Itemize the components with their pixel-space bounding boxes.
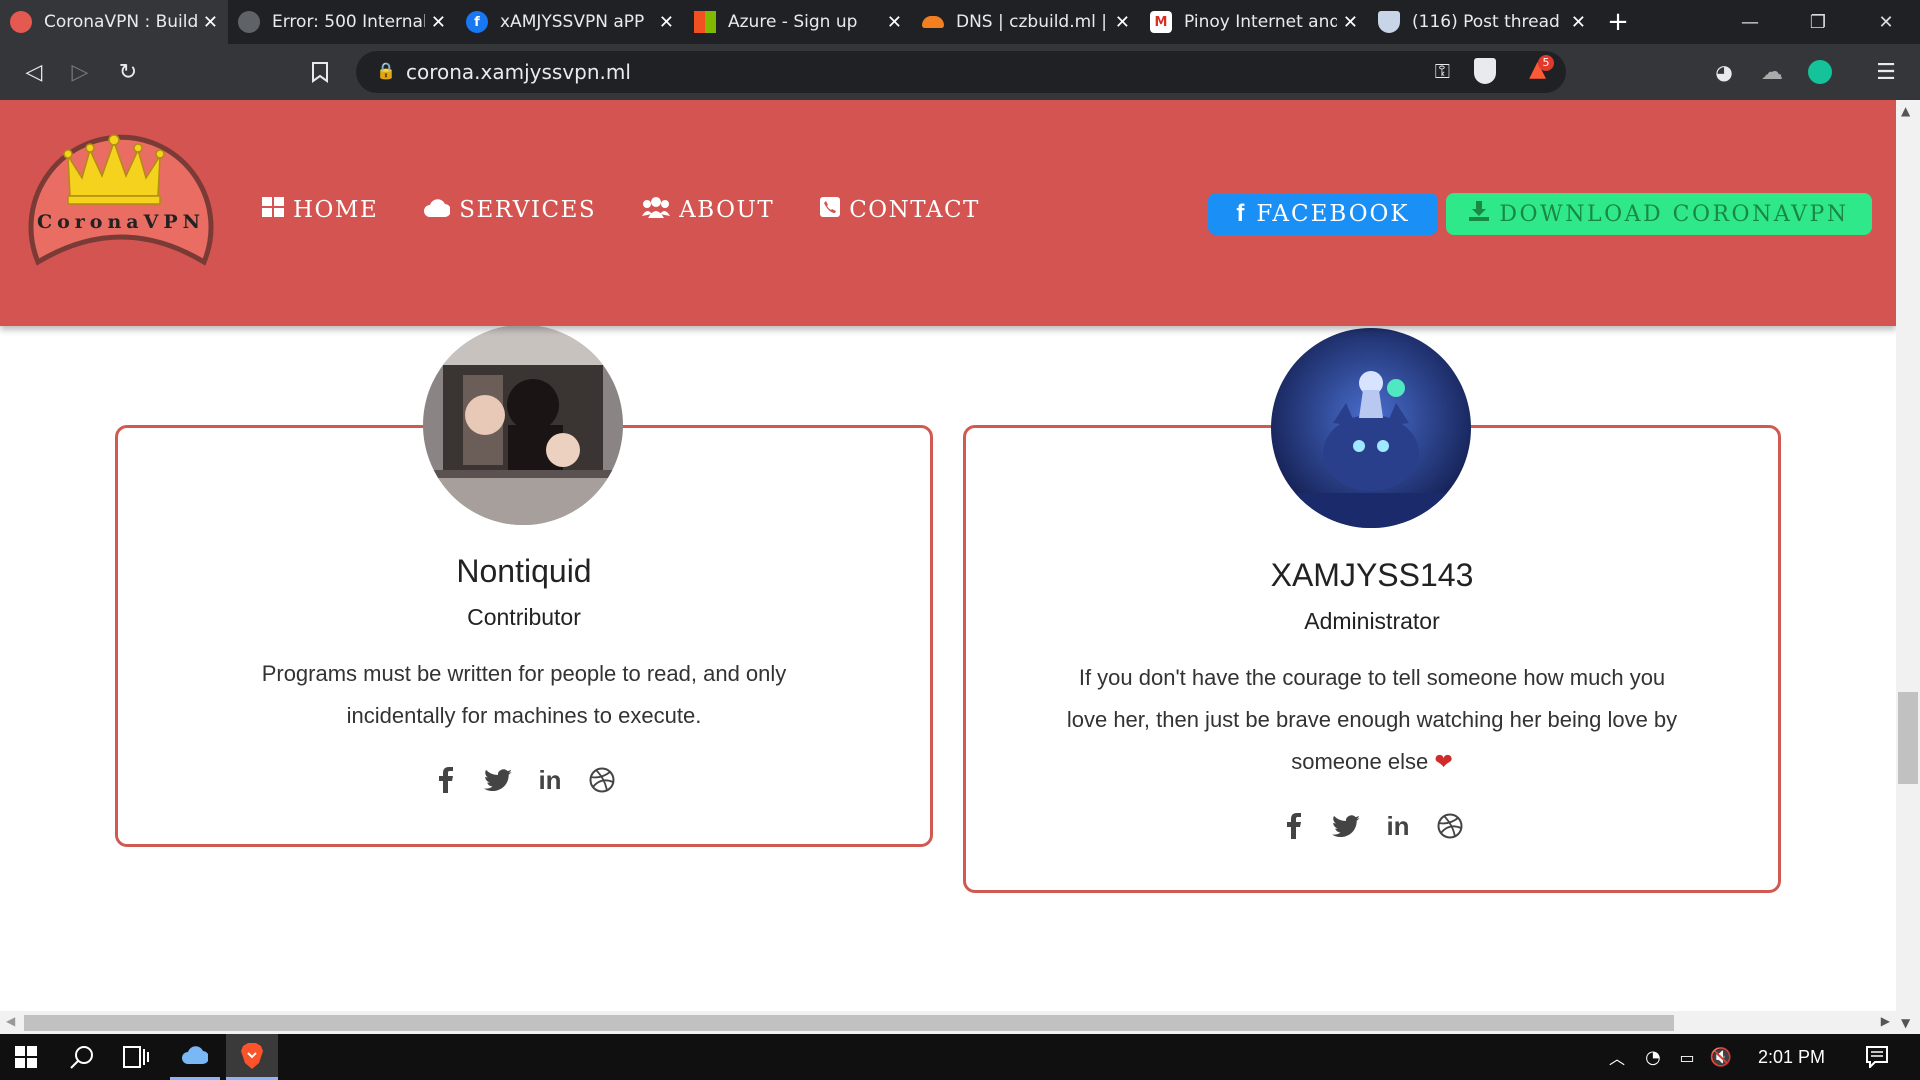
- nav-about[interactable]: ABOUT: [642, 196, 774, 224]
- coronavpn-logo[interactable]: CoronaVPN: [18, 112, 224, 282]
- shield-icon: [1378, 11, 1400, 33]
- minimize-icon[interactable]: —: [1716, 0, 1784, 44]
- restore-icon[interactable]: ❐: [1784, 0, 1852, 44]
- tab-facebook[interactable]: f xAMJYSSVPN aPP ✕: [456, 0, 684, 44]
- forward-icon[interactable]: ▷: [62, 54, 98, 90]
- broken-heart-icon: ❤: [1434, 749, 1453, 774]
- close-tab-icon[interactable]: ✕: [203, 12, 218, 33]
- download-icon: [1469, 201, 1490, 227]
- twitter-icon[interactable]: [484, 766, 512, 794]
- brave-shield-icon[interactable]: [1474, 58, 1496, 84]
- member-quote: If you don't have the courage to tell so…: [1066, 665, 1678, 774]
- download-coronavpn-button[interactable]: DOWNLOAD CORONAVPN: [1446, 193, 1872, 235]
- tab-azure[interactable]: Azure - Sign up ✕: [684, 0, 912, 44]
- close-tab-icon[interactable]: ✕: [887, 12, 902, 33]
- globe-icon: [238, 11, 260, 33]
- windows-grid-icon: [262, 197, 284, 223]
- address-bar[interactable]: 🔒 corona.xamjyssvpn.ml ⚿ ▲ 5: [356, 51, 1566, 93]
- tab-strip: CoronaVPN : Build ✕ Error: 500 Internal …: [0, 0, 1920, 44]
- wifi-icon[interactable]: ◔: [1638, 1034, 1668, 1080]
- avatar-xamjyss143: [1271, 328, 1471, 528]
- social-links: in: [966, 811, 1778, 841]
- main-nav: HOME SERVICES ABOUT CONTACT: [262, 196, 980, 224]
- extension-cloud-icon[interactable]: ☁: [1754, 54, 1790, 90]
- cloudflare-icon: [922, 16, 944, 28]
- facebook-button[interactable]: f FACEBOOK: [1208, 193, 1438, 235]
- scroll-left-arrow-icon[interactable]: ◀: [6, 1014, 15, 1028]
- close-tab-icon[interactable]: ✕: [431, 12, 446, 33]
- vertical-scrollbar[interactable]: ▲ ▼: [1896, 100, 1920, 1034]
- dribbble-icon[interactable]: [588, 766, 616, 794]
- vertical-scroll-thumb[interactable]: [1898, 692, 1918, 784]
- member-name: Nontiquid: [456, 553, 592, 589]
- cloud-icon: [424, 197, 452, 223]
- phone-icon: [820, 197, 841, 223]
- linkedin-icon[interactable]: in: [1384, 811, 1412, 841]
- twitter-icon[interactable]: [1332, 812, 1360, 840]
- facebook-icon: f: [466, 11, 488, 33]
- scroll-down-arrow-icon[interactable]: ▼: [1901, 1016, 1910, 1030]
- horizontal-scroll-thumb[interactable]: [24, 1015, 1674, 1031]
- task-view-icon[interactable]: [112, 1034, 160, 1080]
- website: CoronaVPN HOME SERVICES ABOUT CONTACT f: [0, 100, 1896, 1034]
- site-header: CoronaVPN HOME SERVICES ABOUT CONTACT f: [0, 100, 1896, 326]
- nav-contact[interactable]: CONTACT: [820, 196, 980, 224]
- key-icon[interactable]: ⚿: [1435, 59, 1450, 83]
- nav-services[interactable]: SERVICES: [424, 196, 596, 224]
- close-tab-icon[interactable]: ✕: [1571, 12, 1586, 33]
- tab-dns[interactable]: DNS | czbuild.ml | ✕: [912, 0, 1140, 44]
- browser-toolbar: ◁ ▷ ↻ 🔒 corona.xamjyssvpn.ml ⚿ ▲ 5 ◕ ☁ ☰: [0, 44, 1920, 100]
- notifications-icon[interactable]: [1854, 1034, 1900, 1080]
- tab-error-500[interactable]: Error: 500 Internal ✕: [228, 0, 456, 44]
- facebook-icon: f: [1236, 200, 1247, 227]
- dribbble-icon[interactable]: [1436, 812, 1464, 840]
- scroll-right-arrow-icon[interactable]: ▶: [1881, 1014, 1890, 1028]
- users-icon: [642, 196, 671, 224]
- facebook-icon[interactable]: [1280, 812, 1308, 840]
- member-role: Administrator: [1304, 608, 1440, 634]
- nav-home[interactable]: HOME: [262, 196, 378, 224]
- close-tab-icon[interactable]: ✕: [1343, 12, 1358, 33]
- member-name: XAMJYSS143: [1270, 557, 1474, 593]
- member-quote: Programs must be written for people to r…: [261, 661, 787, 728]
- windows-start-icon[interactable]: [0, 1034, 52, 1080]
- window-controls: — ❐ ✕: [1716, 0, 1920, 44]
- tab-post-thread[interactable]: (116) Post thread ✕: [1368, 0, 1596, 44]
- battery-icon[interactable]: ▭: [1672, 1034, 1702, 1080]
- logo-text: CoronaVPN: [37, 211, 205, 233]
- extension-globe-icon[interactable]: ◕: [1706, 54, 1742, 90]
- close-window-icon[interactable]: ✕: [1852, 0, 1920, 44]
- windows-taskbar: ︿ ◔ ▭ 🔇 2:01 PM: [0, 1034, 1920, 1080]
- facebook-icon[interactable]: [432, 766, 460, 794]
- url-text: corona.xamjyssvpn.ml: [406, 60, 631, 84]
- linkedin-icon[interactable]: in: [536, 765, 564, 795]
- gmail-icon: M: [1150, 11, 1172, 33]
- back-icon[interactable]: ◁: [16, 54, 52, 90]
- tab-gmail[interactable]: M Pinoy Internet and ✕: [1140, 0, 1368, 44]
- reload-icon[interactable]: ↻: [110, 54, 146, 90]
- corona-icon: [10, 11, 32, 33]
- social-links: in: [118, 765, 930, 795]
- new-tab-button[interactable]: +: [1596, 0, 1640, 44]
- microsoft-icon: [694, 11, 716, 33]
- cloud-app-icon[interactable]: [170, 1034, 220, 1080]
- lock-icon: 🔒: [376, 61, 396, 80]
- bookmark-icon[interactable]: [302, 54, 338, 90]
- search-icon[interactable]: [58, 1034, 106, 1080]
- rewards-badge: 5: [1538, 55, 1554, 71]
- taskbar-clock[interactable]: 2:01 PM: [1758, 1047, 1825, 1068]
- menu-icon[interactable]: ☰: [1868, 54, 1904, 90]
- brave-browser-icon[interactable]: [226, 1034, 278, 1080]
- close-tab-icon[interactable]: ✕: [1115, 12, 1130, 33]
- show-hidden-icons-icon[interactable]: ︿: [1602, 1034, 1632, 1080]
- scroll-up-arrow-icon[interactable]: ▲: [1901, 104, 1910, 118]
- tab-coronavpn[interactable]: CoronaVPN : Build ✕: [0, 0, 228, 44]
- grammarly-icon[interactable]: [1802, 54, 1838, 90]
- close-tab-icon[interactable]: ✕: [659, 12, 674, 33]
- member-role: Contributor: [467, 604, 581, 630]
- browser-chrome: CoronaVPN : Build ✕ Error: 500 Internal …: [0, 0, 1920, 100]
- volume-muted-icon[interactable]: 🔇: [1706, 1034, 1736, 1080]
- avatar-nontiquid: [423, 325, 623, 525]
